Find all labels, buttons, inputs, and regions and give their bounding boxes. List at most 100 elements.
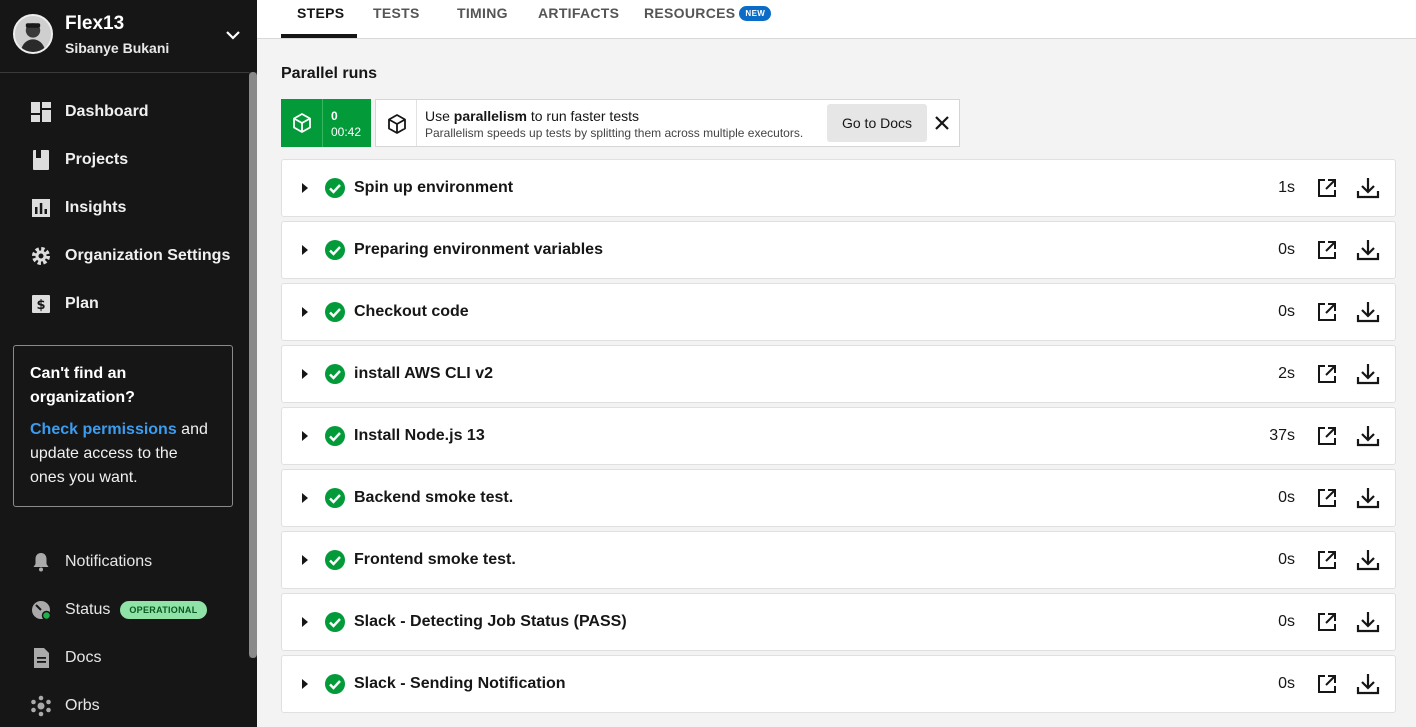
step-name: Spin up environment <box>354 179 514 196</box>
sidebar-item-label: Docs <box>65 649 102 666</box>
step-duration: 0s <box>1278 551 1295 568</box>
help-text: Check permissions and update access to t… <box>30 418 216 490</box>
caret-right-icon[interactable] <box>300 431 310 441</box>
dollar-icon: $ <box>30 293 52 315</box>
sidebar-item-orbs[interactable]: Orbs <box>0 682 250 727</box>
sidebar-item-label: Notifications <box>65 553 153 570</box>
step-row[interactable]: Backend smoke test. 0s <box>281 469 1396 527</box>
step-name: Preparing environment variables <box>354 241 603 258</box>
bell-icon <box>30 551 52 573</box>
run-divider <box>322 99 323 147</box>
steps-list: Spin up environment 1s Preparing environme… <box>281 159 1396 717</box>
step-duration: 37s <box>1269 427 1295 444</box>
sidebar-item-status[interactable]: Status OPERATIONAL <box>0 586 250 634</box>
step-name: Slack - Sending Notification <box>354 675 566 692</box>
step-name: Frontend smoke test. <box>354 551 516 568</box>
scrollbar-thumb[interactable] <box>249 72 257 658</box>
banner-title: Use parallelism to run faster tests <box>425 108 639 124</box>
caret-right-icon[interactable] <box>300 617 310 627</box>
banner-title-plain: Use <box>425 108 454 124</box>
sidebar-item-label: Plan <box>65 295 99 312</box>
step-duration: 0s <box>1278 675 1295 692</box>
tab-tests[interactable]: TESTS <box>373 0 420 39</box>
gear-icon <box>30 245 52 267</box>
open-external-icon[interactable] <box>1316 673 1338 695</box>
step-row[interactable]: Spin up environment 1s <box>281 159 1396 217</box>
go-to-docs-button[interactable]: Go to Docs <box>827 104 927 142</box>
open-external-icon[interactable] <box>1316 549 1338 571</box>
sidebar-item-insights[interactable]: Insights <box>0 184 250 232</box>
run-time: 00:42 <box>331 125 362 139</box>
sidebar-item-plan[interactable]: $ Plan <box>0 280 250 328</box>
org-switcher[interactable]: Flex13 Sibanye Bukani <box>0 0 250 73</box>
step-duration: 0s <box>1278 613 1295 630</box>
step-row[interactable]: Preparing environment variables 0s <box>281 221 1396 279</box>
check-circle-icon <box>325 364 345 384</box>
open-external-icon[interactable] <box>1316 301 1338 323</box>
check-circle-icon <box>325 178 345 198</box>
step-duration: 0s <box>1278 303 1295 320</box>
chevron-down-icon[interactable] <box>224 26 242 44</box>
check-permissions-link[interactable]: Check permissions <box>30 421 177 438</box>
step-row[interactable]: install AWS CLI v2 2s <box>281 345 1396 403</box>
download-icon[interactable] <box>1356 548 1380 572</box>
parallel-run-0[interactable]: 0 00:42 <box>281 99 371 147</box>
download-icon[interactable] <box>1356 300 1380 324</box>
download-icon[interactable] <box>1356 362 1380 386</box>
close-icon[interactable] <box>932 113 952 133</box>
download-icon[interactable] <box>1356 486 1380 510</box>
help-box: Can't find an organization? Check permis… <box>13 345 233 507</box>
sidebar-item-label: Orbs <box>65 697 100 714</box>
sidebar-scrollbar[interactable] <box>249 72 257 658</box>
step-row[interactable]: Slack - Detecting Job Status (PASS) 0s <box>281 593 1396 651</box>
tab-timing[interactable]: TIMING <box>457 0 508 39</box>
open-external-icon[interactable] <box>1316 177 1338 199</box>
caret-right-icon[interactable] <box>300 183 310 193</box>
caret-right-icon[interactable] <box>300 679 310 689</box>
step-row[interactable]: Checkout code 0s <box>281 283 1396 341</box>
sidebar-bottom-nav: Notifications Status OPERATIONAL Docs Or… <box>0 538 250 727</box>
run-index: 0 <box>331 109 338 123</box>
download-icon[interactable] <box>1356 176 1380 200</box>
download-icon[interactable] <box>1356 610 1380 634</box>
tab-artifacts[interactable]: ARTIFACTS <box>538 0 619 39</box>
open-external-icon[interactable] <box>1316 363 1338 385</box>
sidebar-item-notifications[interactable]: Notifications <box>0 538 250 586</box>
caret-right-icon[interactable] <box>300 493 310 503</box>
step-name: Backend smoke test. <box>354 489 514 506</box>
open-external-icon[interactable] <box>1316 611 1338 633</box>
step-name: Install Node.js 13 <box>354 427 485 444</box>
tab-bar: STEPS TESTS TIMING ARTIFACTS RESOURCES NE… <box>257 0 1416 39</box>
open-external-icon[interactable] <box>1316 239 1338 261</box>
check-circle-icon <box>325 302 345 322</box>
sidebar-item-projects[interactable]: Projects <box>0 136 250 184</box>
insights-icon <box>30 197 52 219</box>
caret-right-icon[interactable] <box>300 245 310 255</box>
check-circle-icon <box>325 550 345 570</box>
check-circle-icon <box>325 612 345 632</box>
caret-right-icon[interactable] <box>300 555 310 565</box>
help-title: Can't find an organization? <box>30 365 135 406</box>
open-external-icon[interactable] <box>1316 487 1338 509</box>
download-icon[interactable] <box>1356 672 1380 696</box>
step-row[interactable]: Slack - Sending Notification 0s <box>281 655 1396 713</box>
caret-right-icon[interactable] <box>300 369 310 379</box>
step-row[interactable]: Frontend smoke test. 0s <box>281 531 1396 589</box>
download-icon[interactable] <box>1356 238 1380 262</box>
download-icon[interactable] <box>1356 424 1380 448</box>
projects-icon <box>30 149 52 171</box>
sidebar-item-docs[interactable]: Docs <box>0 634 250 682</box>
sidebar-nav: Dashboard Projects Insights Organization… <box>0 88 250 328</box>
sidebar-item-dashboard[interactable]: Dashboard <box>0 88 250 136</box>
cube-icon <box>293 113 311 133</box>
tab-resources[interactable]: RESOURCES NEW <box>644 0 772 39</box>
sidebar-item-organization-settings[interactable]: Organization Settings <box>0 232 250 280</box>
caret-right-icon[interactable] <box>300 307 310 317</box>
check-circle-icon <box>325 426 345 446</box>
orbs-icon <box>30 695 52 717</box>
check-circle-icon <box>325 240 345 260</box>
open-external-icon[interactable] <box>1316 425 1338 447</box>
cube-icon <box>388 114 406 134</box>
avatar <box>13 14 53 54</box>
step-row[interactable]: Install Node.js 13 37s <box>281 407 1396 465</box>
